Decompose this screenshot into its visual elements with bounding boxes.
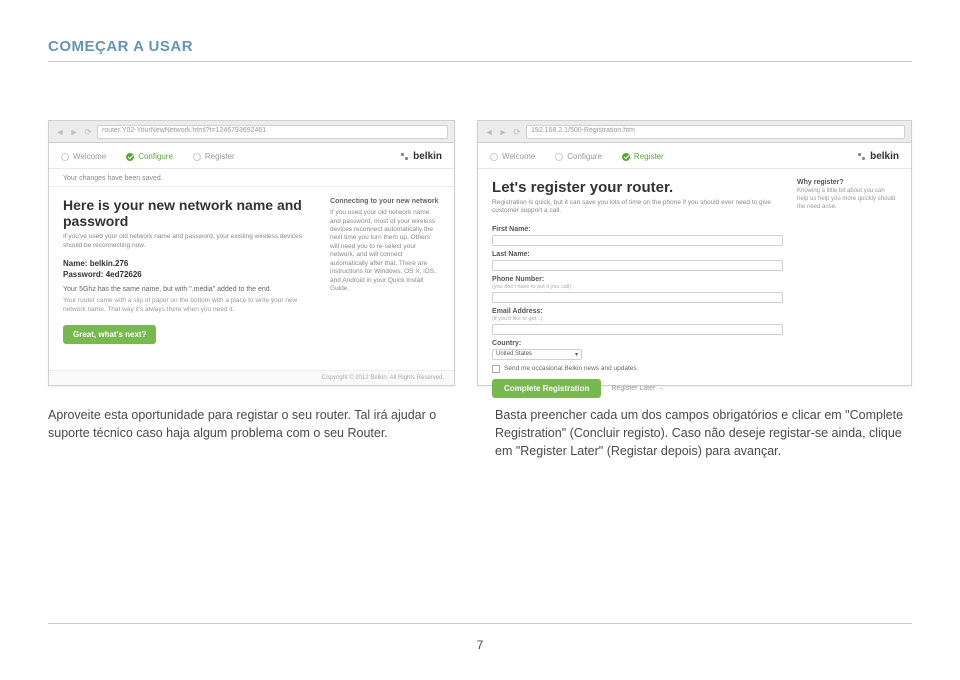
belkin-logo-2: belkin — [858, 151, 899, 162]
why-register: Why register? Knowing a little bit about… — [797, 179, 897, 398]
chevron-down-icon: ▾ — [575, 351, 578, 358]
belkin-logo: belkin — [401, 151, 442, 162]
page-body-left: Welcome Configure Register belkin Your c… — [49, 143, 454, 385]
register-later-link: Register Later → — [611, 385, 664, 392]
back-icon: ◄ — [484, 127, 494, 137]
footer-copyright: Copyright © 2012 Belkin. All Rights Rese… — [49, 370, 454, 385]
screenshots-row: ◄ ► ⟳ router.Y02-YourNewNetwork.html?t=1… — [48, 120, 912, 386]
input-email — [492, 324, 783, 335]
hint-email: (if you'd like to get...) — [492, 316, 783, 322]
input-firstname — [492, 235, 783, 246]
tab-register-2: Register — [622, 152, 664, 161]
sidebar-connecting: Connecting to your new network If you us… — [330, 197, 440, 344]
checkbox-news: Send me occasional Belkin news and updat… — [492, 365, 783, 373]
url-bar: router.Y02-YourNewNetwork.html?t=1246793… — [97, 125, 448, 139]
input-phone — [492, 292, 783, 303]
page-body-right: Welcome Configure Register belkin Let's … — [478, 143, 911, 385]
heading-register: Let's register your router. — [492, 179, 783, 196]
label-firstname: First Name: — [492, 226, 783, 233]
input-lastname — [492, 260, 783, 271]
label-lastname: Last Name: — [492, 251, 783, 258]
browser-chrome: ◄ ► ⟳ router.Y02-YourNewNetwork.html?t=1… — [49, 121, 454, 143]
tab-register: Register — [193, 152, 235, 161]
why-title: Why register? — [797, 179, 897, 186]
label-country: Country: — [492, 340, 783, 347]
tab-welcome-2: Welcome — [490, 152, 535, 161]
reload-icon: ⟳ — [83, 127, 93, 137]
label-email: Email Address: — [492, 308, 783, 315]
sidebar-title: Connecting to your new network — [330, 197, 440, 206]
tab-configure: Configure — [126, 152, 173, 161]
tab-welcome: Welcome — [61, 152, 106, 161]
body-text-row: Aproveite esta oportunidade para regista… — [48, 406, 912, 460]
desc-network: If you've used your old network name and… — [63, 233, 314, 250]
url-bar-2: 192.168.2.1/500-Registration.htm — [526, 125, 905, 139]
hint-phone: (you don't have to put it you call) — [492, 284, 783, 290]
credentials: Name: belkin.276 Password: 4ed72626 — [63, 258, 314, 280]
wizard-tabs: Welcome Configure Register belkin — [49, 143, 454, 169]
body-right: Basta preencher cada um dos campos obrig… — [495, 406, 912, 460]
forward-icon: ► — [498, 127, 508, 137]
screenshot-register: ◄ ► ⟳ 192.168.2.1/500-Registration.htm W… — [477, 120, 912, 386]
label-phone: Phone Number: — [492, 276, 783, 283]
next-button: Great, what's next? — [63, 325, 156, 344]
bottom-rule — [48, 623, 912, 624]
forward-icon: ► — [69, 127, 79, 137]
browser-chrome-2: ◄ ► ⟳ 192.168.2.1/500-Registration.htm — [478, 121, 911, 143]
select-country: United States▾ — [492, 349, 582, 360]
wizard-tabs-2: Welcome Configure Register belkin — [478, 143, 911, 169]
desc-register: Registration is quick, but it can save y… — [492, 199, 783, 216]
reload-icon: ⟳ — [512, 127, 522, 137]
back-icon: ◄ — [55, 127, 65, 137]
body-left: Aproveite esta oportunidade para regista… — [48, 406, 465, 460]
note-5g: Your 5Ghz has the same name, but with ".… — [63, 286, 314, 293]
why-text: Knowing a little bit about you can help … — [797, 188, 897, 211]
complete-registration-button: Complete Registration — [492, 379, 601, 398]
page-number: 7 — [0, 638, 960, 652]
title-rule — [48, 61, 912, 62]
section-title: COMEÇAR A USAR — [48, 38, 912, 55]
heading-network: Here is your new network name and passwo… — [63, 197, 314, 229]
saved-notice: Your changes have been saved. — [49, 169, 454, 187]
sidebar-text: If you used your old network name and pa… — [330, 209, 440, 293]
screenshot-network-name: ◄ ► ⟳ router.Y02-YourNewNetwork.html?t=1… — [48, 120, 455, 386]
checkbox-icon — [492, 365, 500, 373]
slip-note: Your router came with a slip of paper on… — [63, 297, 314, 314]
tab-configure-2: Configure — [555, 152, 602, 161]
